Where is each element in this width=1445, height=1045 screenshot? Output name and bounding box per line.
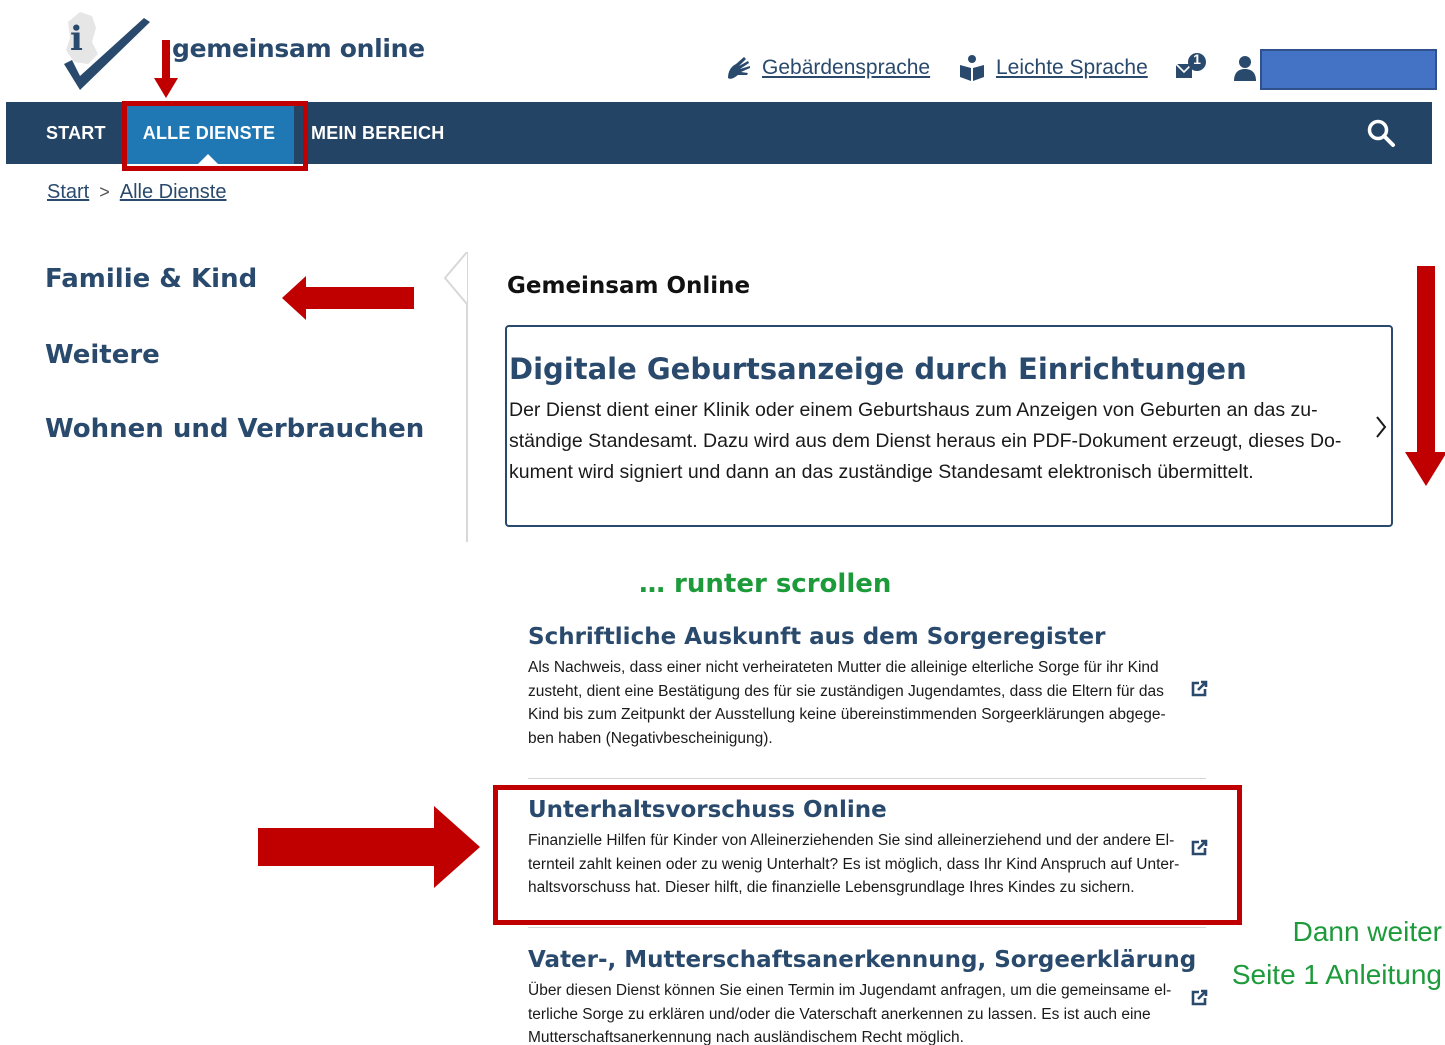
nav-my-area[interactable]: MEIN BEREICH (311, 102, 444, 164)
service-separator (528, 778, 1206, 779)
sign-language-link[interactable]: Gebärdensprache (724, 54, 930, 82)
service-description: Über diesen Dienst können Sie einen Term… (528, 979, 1183, 1045)
service-desc-line: Kind bis zum Zeitpunkt der Ausstellung k… (528, 706, 1166, 724)
breadcrumb-start[interactable]: Start (47, 181, 89, 204)
featured-desc-line: ständige Standesamt. Dazu wird aus dem D… (509, 430, 1342, 452)
featured-service-title[interactable]: Digitale Geburtsanzeige durch Einrichtun… (509, 352, 1247, 386)
featured-desc-line: Der Dienst dient einer Klinik oder einem… (509, 399, 1318, 421)
arrow-right-to-service (258, 806, 480, 888)
sign-language-label: Gebärdensprache (762, 56, 931, 79)
service-item[interactable]: Vater-, Mutterschaftsanerkennung, Sorgee… (528, 947, 1208, 1045)
easy-language-label: Leichte Sprache (996, 56, 1148, 79)
service-item[interactable]: Schriftliche Auskunft aus dem Sorgeregis… (528, 624, 1208, 751)
envelope-icon (1175, 53, 1206, 78)
external-link-icon[interactable] (1190, 989, 1208, 1007)
external-link-icon[interactable] (1190, 680, 1208, 698)
chevron-right-icon[interactable] (1375, 415, 1387, 439)
featured-service-card[interactable]: Digitale Geburtsanzeige durch Einrichtun… (505, 325, 1393, 527)
highlight-box-all-services (122, 101, 308, 171)
service-desc-line: Als Nachweis, dass einer nicht verheirat… (528, 659, 1159, 676)
site-brand-name[interactable]: gemeinsam online (172, 34, 425, 63)
featured-desc-line: kument wird signiert und dann an das zus… (509, 461, 1254, 483)
arrow-down-to-nav (154, 40, 178, 98)
service-desc-line: Über diesen Dienst können Sie einen Term… (528, 982, 1172, 999)
breadcrumb-separator: > (99, 182, 110, 202)
info-icon: i (70, 19, 83, 59)
service-desc-line: terliche Sorge zu erklären und/oder die … (528, 1005, 1151, 1023)
section-title: Gemeinsam Online (507, 273, 751, 299)
service-title[interactable]: Vater-, Mutterschaftsanerkennung, Sorgee… (528, 947, 1208, 973)
arrow-left-to-category (282, 276, 414, 320)
next-step-line: Seite 1 Anleitung (1231, 959, 1442, 990)
next-step-note: Dann weiter Seite 1 Anleitung (1232, 910, 1442, 996)
category-living-consumption[interactable]: Wohnen und Verbrauchen (45, 414, 424, 444)
service-separator (528, 927, 1206, 928)
next-step-line: Dann weiter (1292, 916, 1442, 947)
arrow-scroll-down (1405, 266, 1445, 486)
easy-language-link[interactable]: Leichte Sprache (958, 54, 1148, 82)
service-desc-line: ben haben (Negativbescheinigung). (528, 730, 773, 748)
category-more[interactable]: Weitere (45, 340, 160, 370)
active-category-pointer (443, 252, 468, 305)
messages-count-badge: 1 (1193, 51, 1201, 67)
nav-start[interactable]: START (46, 102, 106, 164)
service-desc-line: zusteht, dient eine Bestätigung des für … (528, 682, 1164, 700)
easy-language-icon (960, 55, 984, 81)
service-desc-line: Mutterschaftsanerkennung nach ausländisc… (528, 1029, 964, 1045)
user-name-redacted[interactable] (1260, 49, 1437, 90)
messages-button[interactable]: 1 (1174, 50, 1208, 82)
category-family-child[interactable]: Familie & Kind (45, 264, 257, 294)
breadcrumb: Start > Alle Dienste (47, 181, 226, 204)
breadcrumb-all-services[interactable]: Alle Dienste (120, 181, 227, 204)
user-icon[interactable] (1233, 54, 1257, 82)
sign-language-icon (728, 57, 750, 79)
gemeinsam-online-logo[interactable]: i (58, 8, 158, 94)
search-icon[interactable] (1366, 118, 1396, 148)
highlight-box-unterhaltsvorschuss (493, 785, 1242, 925)
featured-service-description: Der Dienst dient einer Klinik oder einem… (509, 395, 1369, 488)
service-title[interactable]: Schriftliche Auskunft aus dem Sorgeregis… (528, 624, 1208, 650)
scroll-down-hint: … runter scrollen (639, 569, 892, 599)
service-description: Als Nachweis, dass einer nicht verheirat… (528, 656, 1183, 751)
